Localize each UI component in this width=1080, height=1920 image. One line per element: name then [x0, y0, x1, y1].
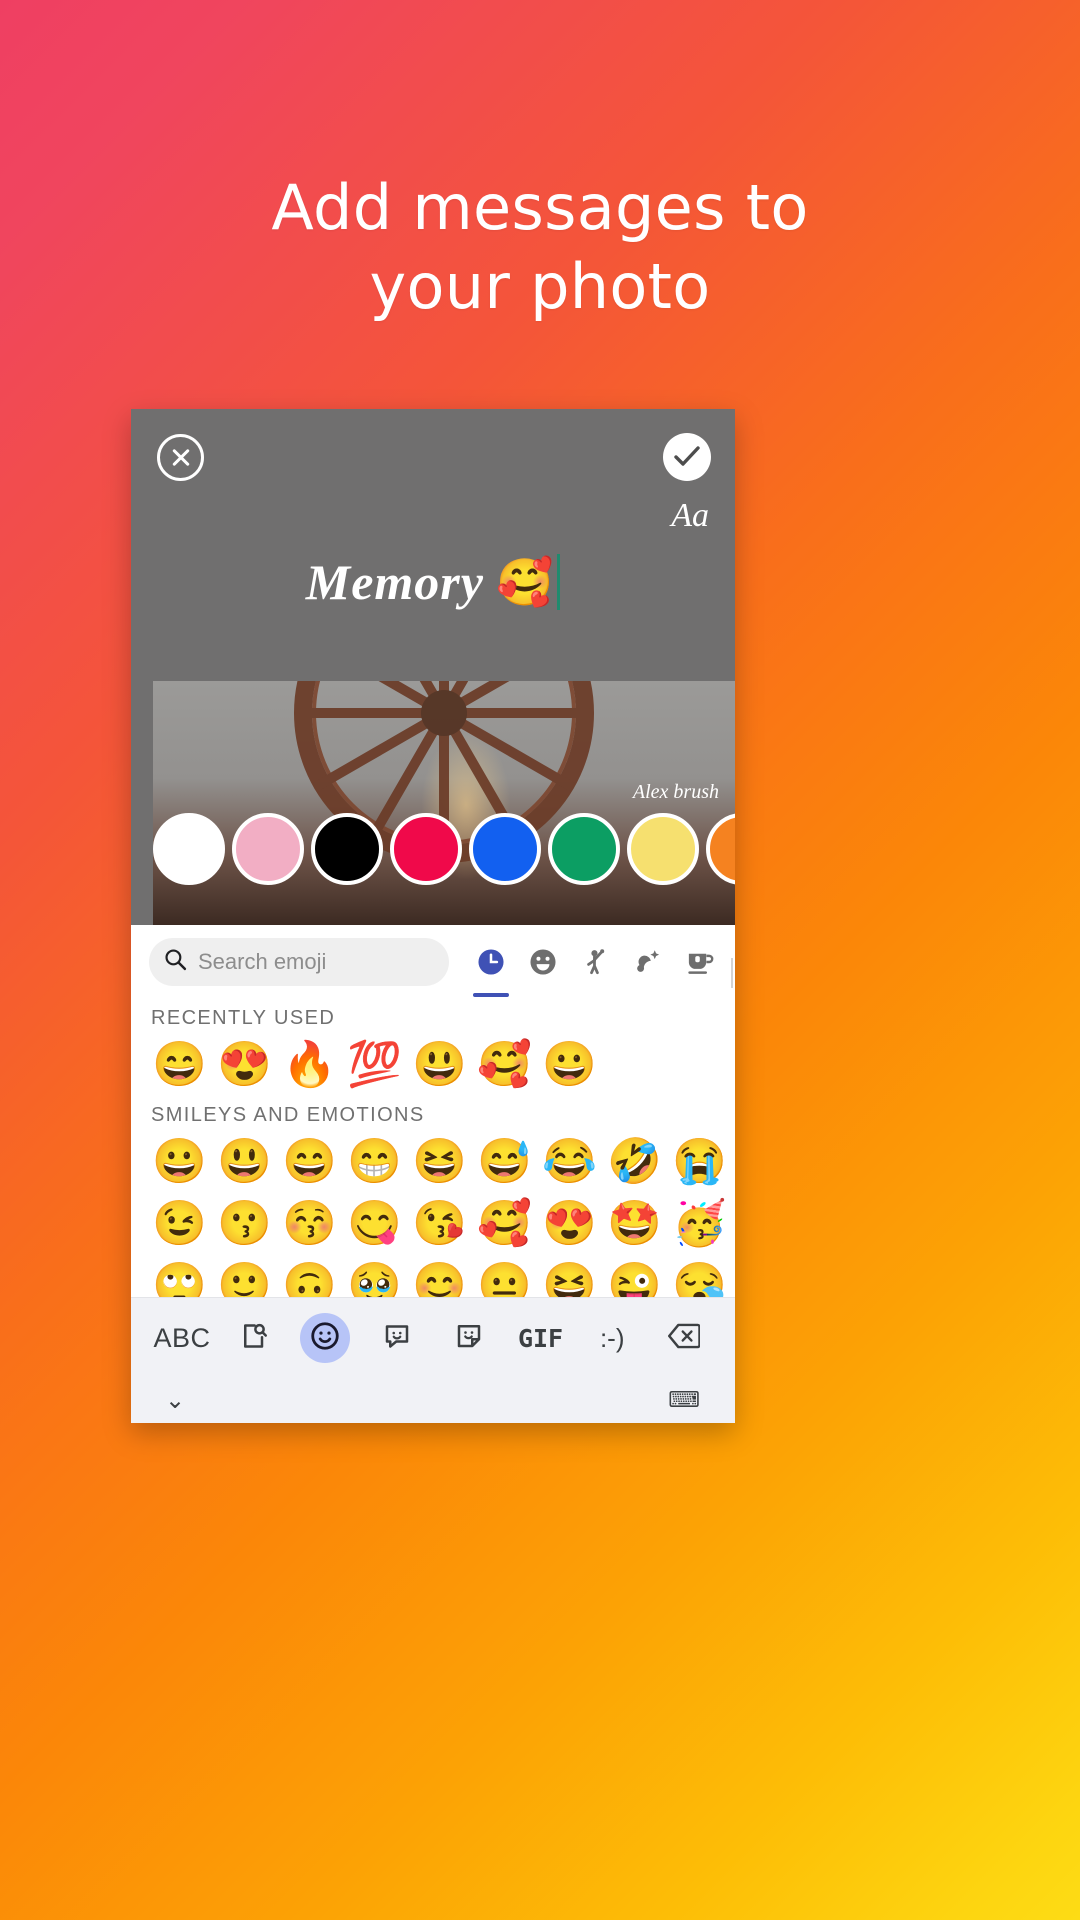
- close-icon[interactable]: [157, 434, 204, 481]
- emoji-button[interactable]: 🥳: [667, 1193, 732, 1255]
- color-swatch-crimson[interactable]: [390, 813, 462, 885]
- search-icon: [163, 947, 188, 977]
- sticker-chat-button[interactable]: [366, 1307, 428, 1369]
- photo-editor: Aa Memory 🥰 Alex brush: [131, 409, 735, 925]
- emoticon-button[interactable]: :-): [581, 1307, 643, 1369]
- overlay-text: Memory: [305, 554, 484, 610]
- tab-recent[interactable]: [465, 936, 517, 997]
- smiley-icon: [530, 949, 556, 975]
- emoji-button[interactable]: 😃: [212, 1131, 277, 1193]
- font-name-label: Alex brush: [632, 781, 719, 803]
- color-swatch-white[interactable]: [153, 813, 225, 885]
- search-doc-button[interactable]: [223, 1307, 285, 1369]
- document-search-icon: [239, 1321, 269, 1356]
- emoji-button[interactable]: 🤣: [602, 1131, 667, 1193]
- sticker-icon: [454, 1321, 484, 1356]
- emoji-button[interactable]: 😭: [667, 1131, 732, 1193]
- tab-smileys[interactable]: [517, 936, 569, 988]
- color-swatch-blue[interactable]: [469, 813, 541, 885]
- color-swatch-row[interactable]: [131, 813, 735, 885]
- emoji-button[interactable]: 🔥: [277, 1034, 342, 1096]
- sticker-button[interactable]: [438, 1307, 500, 1369]
- emoji-row: 😀 😃 😄 😁 😆 😅 😂 🤣 😭: [131, 1131, 735, 1193]
- cup-icon: [688, 953, 714, 974]
- emoji-button[interactable]: 😘: [407, 1193, 472, 1255]
- person-waving-icon: [587, 949, 605, 975]
- category-tabs[interactable]: [465, 936, 733, 997]
- tab-food[interactable]: [673, 936, 725, 988]
- backspace-icon: [667, 1322, 701, 1355]
- collapse-keyboard-button[interactable]: ⌄: [165, 1386, 185, 1415]
- search-placeholder: Search emoji: [198, 949, 327, 974]
- color-swatch-yellow[interactable]: [627, 813, 699, 885]
- emoji-button[interactable]: 😍: [537, 1193, 602, 1255]
- emoji-button[interactable]: 😀: [537, 1034, 602, 1096]
- done-check-icon[interactable]: [663, 433, 711, 481]
- emoji-face-icon: [309, 1320, 341, 1357]
- chat-sticker-icon: [382, 1321, 412, 1356]
- color-swatch-orange[interactable]: [706, 813, 735, 885]
- emoji-button[interactable]: 😚: [277, 1193, 342, 1255]
- keyboard-tool-row: ABC GIF:-): [131, 1298, 735, 1378]
- search-input[interactable]: Search emoji: [149, 938, 449, 986]
- emoji-button[interactable]: 😄: [277, 1131, 342, 1193]
- emoji-button[interactable]: 😍: [212, 1034, 277, 1096]
- emoji-button[interactable]: 😀: [147, 1131, 212, 1193]
- emoji-button[interactable]: 😁: [342, 1131, 407, 1193]
- overlay-emoji: 🥰: [495, 556, 554, 608]
- phone-screenshot-card: Aa Memory 🥰 Alex brush Search emoji RECE…: [131, 409, 735, 1423]
- check-glyph: [674, 446, 700, 466]
- emoji-button[interactable]: [294, 1307, 356, 1369]
- font-style-toggle[interactable]: Aa: [671, 497, 709, 535]
- text-caret: [557, 554, 561, 610]
- emoji-row: 😄 😍 🔥 💯 😃 🥰 😀: [131, 1034, 735, 1096]
- plant-sparkle-icon: [637, 950, 660, 972]
- emoji-button[interactable]: 💯: [342, 1034, 407, 1096]
- emoji-sections: RECENTLY USED 😄 😍 🔥 💯 😃 🥰 😀 SMILEYS AND EMOTIONS…: [131, 999, 735, 1317]
- tab-people[interactable]: [569, 936, 621, 988]
- switch-keyboard-button[interactable]: ⌨: [668, 1387, 701, 1413]
- emoji-button[interactable]: 😆: [407, 1131, 472, 1193]
- keyboard-top-bar: Search emoji: [131, 925, 735, 999]
- emoji-button[interactable]: 😂: [537, 1131, 602, 1193]
- emoji-button[interactable]: 🤩: [602, 1193, 667, 1255]
- tab-nature[interactable]: [621, 936, 673, 988]
- emoji-button[interactable]: 😉: [147, 1193, 212, 1255]
- color-swatch-green[interactable]: [548, 813, 620, 885]
- active-tab-indicator: [473, 993, 509, 997]
- color-swatch-black[interactable]: [311, 813, 383, 885]
- emoji-button[interactable]: 😗: [212, 1193, 277, 1255]
- emoji-button[interactable]: 😄: [147, 1034, 212, 1096]
- emoji-button[interactable]: 😃: [407, 1034, 472, 1096]
- section-title: RECENTLY USED: [151, 1007, 336, 1029]
- color-swatch-pink[interactable]: [232, 813, 304, 885]
- keyboard-bottom-toolbar: ABC GIF:-) ⌄ ⌨: [131, 1297, 735, 1423]
- abc-button[interactable]: ABC: [151, 1307, 213, 1369]
- headline-line-2: your photo: [369, 250, 711, 324]
- toolbar-divider: [731, 958, 733, 988]
- keyboard-footer: ⌄ ⌨: [131, 1378, 735, 1422]
- emoji-button[interactable]: 🥰: [472, 1193, 537, 1255]
- emoji-button[interactable]: 😅: [472, 1131, 537, 1193]
- headline-line-1: Add messages to: [271, 171, 809, 244]
- emoji-keyboard: Search emoji RECENTLY USED 😄 😍 🔥 💯 😃 🥰 😀…: [131, 925, 735, 1423]
- text-overlay[interactable]: Memory 🥰: [131, 554, 735, 610]
- emoji-button[interactable]: 😋: [342, 1193, 407, 1255]
- clock-icon: [478, 949, 504, 975]
- gif-button[interactable]: GIF: [510, 1307, 572, 1369]
- backspace-button[interactable]: [653, 1307, 715, 1369]
- emoji-button[interactable]: 🥰: [472, 1034, 537, 1096]
- emoji-row: 😉 😗 😚 😋 😘 🥰 😍 🤩 🥳: [131, 1193, 735, 1255]
- section-title: SMILEYS AND EMOTIONS: [151, 1104, 425, 1126]
- page-title: Add messages to your photo: [0, 168, 1080, 327]
